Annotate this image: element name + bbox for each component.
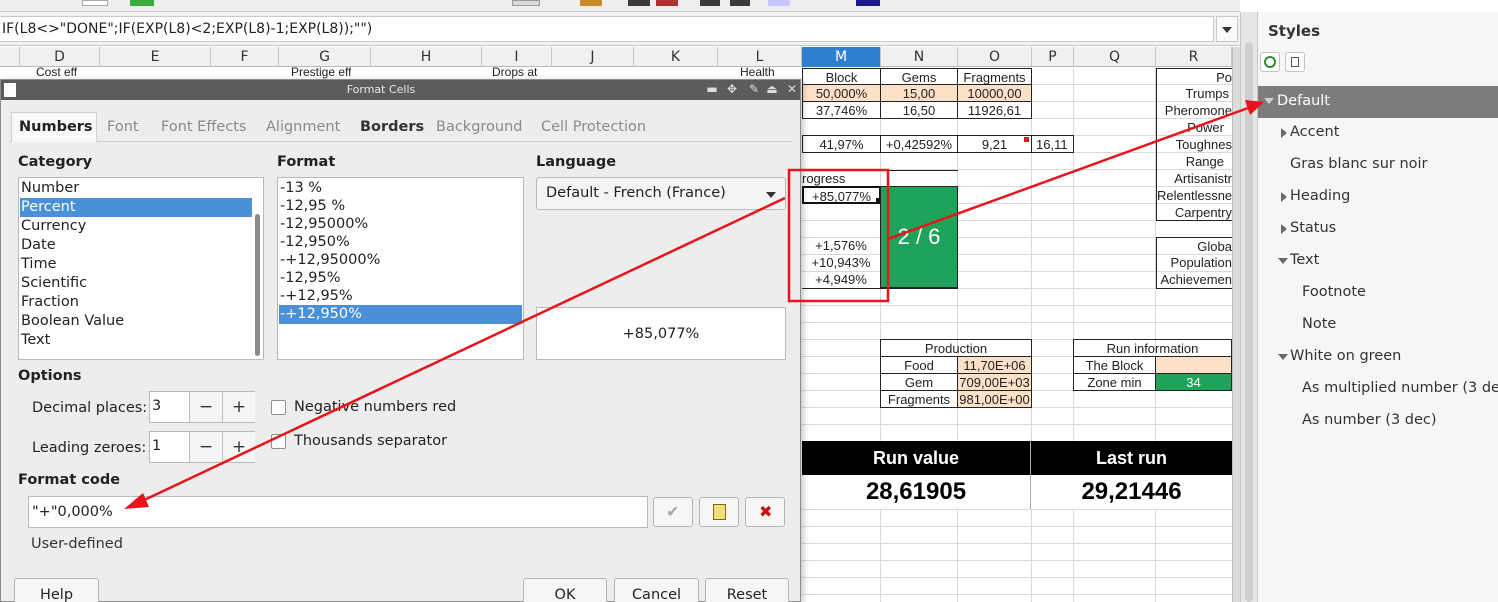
annotation-overlay xyxy=(124,100,1264,509)
highlight-rectangle xyxy=(787,168,890,303)
arrowhead-left xyxy=(124,493,149,509)
arrowhead-right xyxy=(1245,100,1264,115)
annotation-arrow-to-format-code xyxy=(139,196,786,504)
annotation-arrow-to-default-style xyxy=(887,106,1249,241)
